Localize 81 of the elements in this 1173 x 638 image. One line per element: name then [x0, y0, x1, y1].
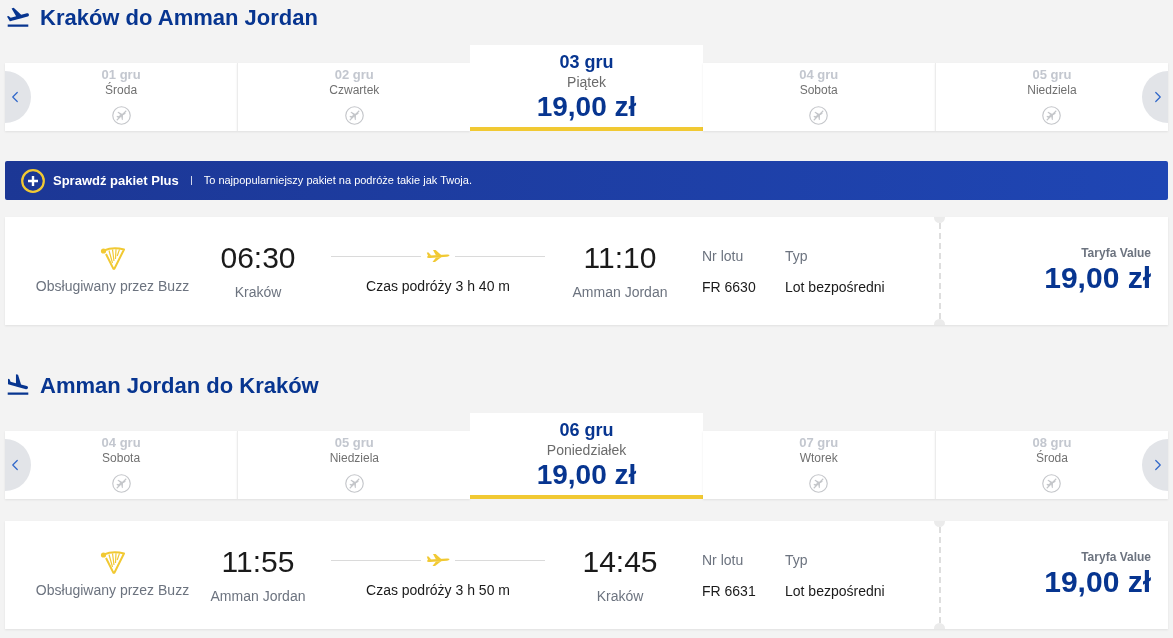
- promo-title: Sprawdź pakiet Plus: [53, 171, 179, 190]
- selected-date-tab[interactable]: 03 gru Piątek 19,00 zł: [470, 45, 703, 131]
- weekday-label: Niedziela: [1027, 83, 1077, 97]
- fare-price: 19,00 zł: [1044, 261, 1151, 295]
- date-tab[interactable]: 02 gru Czwartek: [237, 63, 471, 131]
- departure-city: Amman Jordan: [210, 587, 306, 606]
- arrival-city: Kraków: [596, 587, 644, 606]
- departure-time: 11:55: [221, 544, 295, 580]
- date-tab[interactable]: 07 gru Wtorek: [702, 431, 935, 499]
- weekday-label: Czwartek: [329, 83, 380, 97]
- price-label: 19,00 zł: [536, 91, 637, 123]
- ticket-notch-icon: [934, 217, 945, 223]
- date-tab[interactable]: 05 gru Niedziela: [237, 431, 471, 499]
- section-title: Amman Jordan do Kraków: [40, 371, 319, 400]
- date-label: 08 gru: [1032, 435, 1072, 450]
- date-label: 02 gru: [334, 67, 374, 83]
- weekday-label: Sobota: [799, 83, 838, 97]
- date-label: 05 gru: [334, 435, 374, 451]
- date-label: 01 gru: [101, 67, 141, 82]
- departure-time: 06:30: [220, 240, 296, 276]
- operator-label: Obsługiwany przez Buzz: [35, 581, 190, 600]
- flight-number: FR 6630: [702, 277, 756, 297]
- no-flight-icon: [111, 474, 131, 493]
- flight-type-label: Typ: [785, 246, 808, 266]
- section-title: Kraków do Amman Jordan: [40, 3, 318, 32]
- flight-type-label: Typ: [785, 550, 808, 570]
- ticket-notch-icon: [934, 623, 945, 629]
- ticket-notch-icon: [934, 521, 945, 527]
- date-label: 04 gru: [101, 435, 141, 451]
- date-tab[interactable]: 04 gru Sobota: [5, 431, 238, 499]
- plane-icon: [426, 250, 450, 262]
- weekday-label: Sobota: [102, 451, 141, 465]
- fare-label: Taryfa Value: [1081, 245, 1151, 261]
- weekday-label: Niedziela: [329, 451, 379, 465]
- price-label: 19,00 zł: [536, 459, 637, 491]
- no-flight-icon: [1042, 106, 1062, 125]
- promo-text: To najpopularniejszy pakiet na podróże takie jak Twoja.: [203, 173, 472, 189]
- date-label: 07 gru: [799, 435, 839, 451]
- arrival-city: Amman Jordan: [572, 283, 668, 302]
- weekday-label: Piątek: [567, 73, 606, 91]
- harp-logo-icon: [99, 246, 126, 270]
- travel-duration: Czas podróży 3 h 40 m: [366, 277, 510, 296]
- no-flight-icon: [809, 106, 829, 125]
- fare-label: Taryfa Value: [1081, 549, 1151, 565]
- travel-duration: Czas podróży 3 h 50 m: [366, 581, 510, 600]
- plus-circle-icon: [21, 168, 45, 193]
- flight-card[interactable]: Obsługiwany przez Buzz 06:30 Kraków Czas podróży 3 h 40 m 11:10 Amman Jordan Nr lotu FR 6630 Typ Lot bezpośredni Taryfa Value 19,00 zł: [5, 217, 1168, 325]
- date-label: 05 gru: [1032, 67, 1072, 83]
- fare-price: 19,00 zł: [1044, 565, 1151, 599]
- promo-banner[interactable]: Sprawdź pakiet Plus To najpopularniejszy pakiet na podróże takie jak Twoja.: [5, 161, 1168, 200]
- no-flight-icon: [111, 106, 131, 125]
- operator-label: Obsługiwany przez Buzz: [35, 277, 190, 296]
- weekday-label: Środa: [105, 83, 138, 97]
- weekday-label: Wtorek: [799, 451, 838, 465]
- departure-city: Kraków: [234, 283, 282, 302]
- arrival-time: 14:45: [582, 544, 658, 580]
- date-tab[interactable]: 08 gru Środa: [934, 431, 1168, 499]
- date-tab[interactable]: 05 gru Niedziela: [934, 63, 1168, 131]
- selected-date-tab[interactable]: 06 gru Poniedziałek 19,00 zł: [470, 413, 703, 499]
- weekday-label: Poniedziałek: [546, 441, 627, 459]
- date-tab[interactable]: 01 gru Środa: [5, 63, 238, 131]
- date-label: 03 gru: [559, 51, 614, 73]
- arrival-time: 11:10: [583, 240, 657, 276]
- ticket-notch-icon: [934, 319, 945, 325]
- no-flight-icon: [344, 474, 364, 493]
- flight-number-label: Nr lotu: [702, 246, 744, 266]
- flight-number: FR 6631: [702, 581, 756, 601]
- no-flight-icon: [344, 106, 364, 125]
- plane-icon: [426, 554, 450, 566]
- date-label: 04 gru: [799, 67, 839, 83]
- flight-type: Lot bezpośredni: [785, 581, 885, 601]
- harp-logo-icon: [99, 550, 126, 574]
- flight-number-label: Nr lotu: [702, 550, 744, 570]
- date-label: 06 gru: [559, 419, 614, 441]
- flight-type: Lot bezpośredni: [785, 277, 885, 297]
- no-flight-icon: [809, 474, 829, 493]
- date-tab[interactable]: 04 gru Sobota: [702, 63, 935, 131]
- weekday-label: Środa: [1035, 451, 1068, 465]
- flight-card[interactable]: Obsługiwany przez Buzz 11:55 Amman Jordan Czas podróży 3 h 50 m 14:45 Kraków Nr lotu FR 6631 Typ Lot bezpośredni Taryfa Value 19,00 zł: [5, 521, 1168, 629]
- no-flight-icon: [1042, 474, 1062, 493]
- plane-landing-icon: [5, 372, 31, 398]
